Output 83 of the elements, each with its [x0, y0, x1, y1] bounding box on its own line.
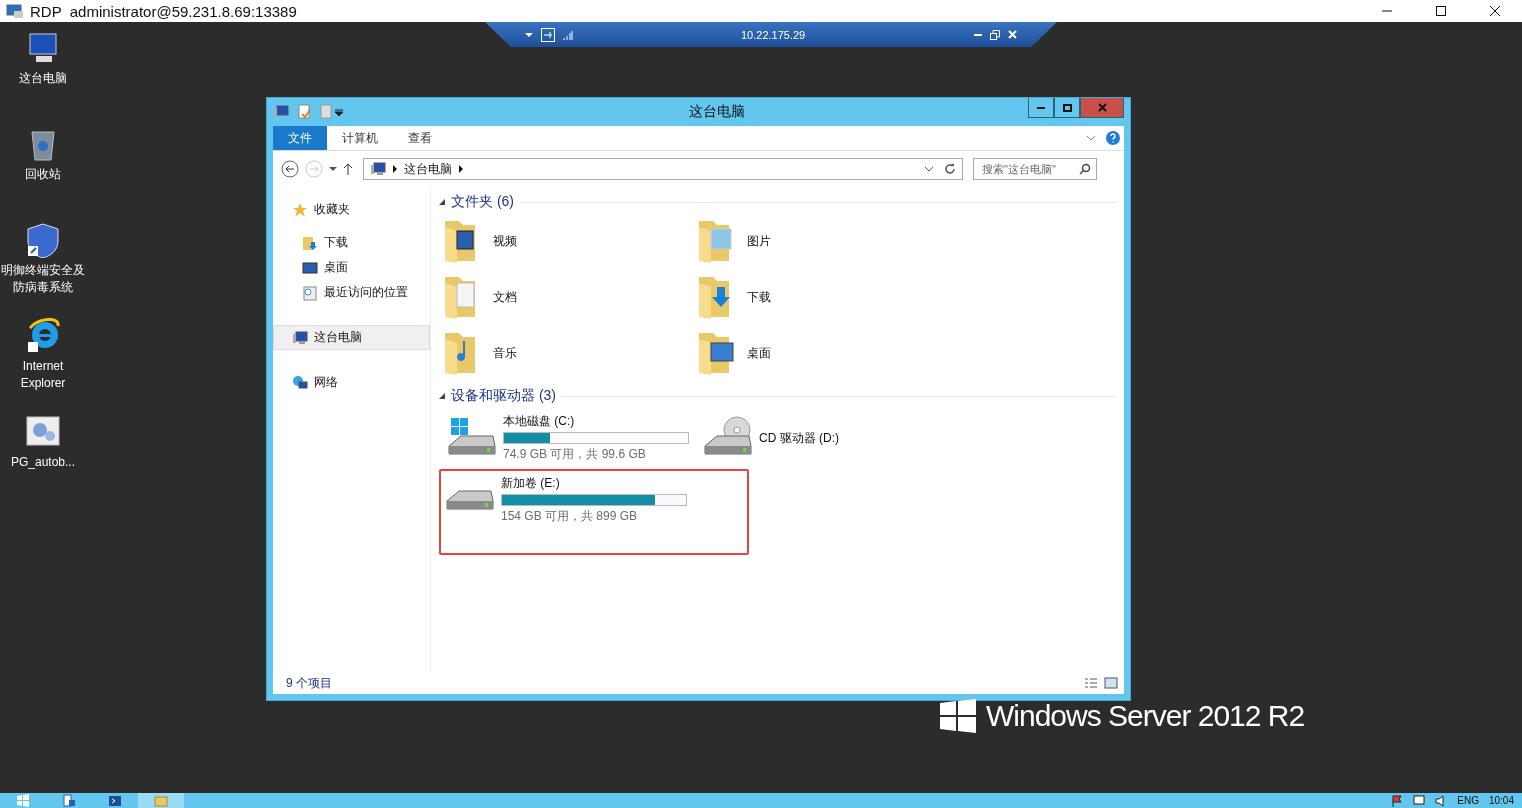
server-icon [62, 794, 76, 807]
window-title: 这台电脑 [687, 103, 746, 121]
desktop-icon-label[interactable]: 明御终端安全及防病毒系统 [1, 262, 85, 296]
folder-label[interactable]: 图片 [747, 232, 771, 250]
host-address: 10.22.175.29 [741, 28, 806, 41]
folder-label[interactable]: 视频 [493, 232, 517, 250]
folder-icon [302, 234, 318, 251]
hard-drive-icon [445, 489, 495, 511]
signal-icon [563, 29, 573, 40]
forward-icon [305, 160, 323, 178]
computer-icon [292, 329, 308, 346]
close-icon [1097, 103, 1107, 112]
desktop-icon-label[interactable]: 回收站 [1, 166, 85, 183]
close-button[interactable] [1080, 98, 1124, 118]
search-icon [1079, 163, 1091, 175]
chevron-right-icon [392, 165, 398, 173]
group-heading[interactable]: 文件夹 (6) [451, 193, 514, 211]
chevron-right-icon [458, 165, 464, 173]
star-icon [292, 201, 308, 218]
maximize-icon [1436, 6, 1446, 16]
nav-item[interactable]: 网络 [273, 370, 430, 395]
expanded-triangle-icon[interactable] [439, 393, 445, 399]
computer-icon [273, 105, 289, 119]
folder-label[interactable]: 桌面 [747, 344, 771, 362]
free-space-text: 74.9 GB 可用，共 99.6 GB [503, 446, 647, 463]
maximize-button[interactable] [1054, 98, 1080, 118]
chevron-down-icon [924, 166, 934, 172]
drive-label[interactable]: 本地磁盘 (C:) [503, 413, 689, 430]
back-icon [281, 160, 299, 178]
flag-icon [1391, 794, 1404, 807]
desktop-icon-label[interactable]: PG_autob... [1, 454, 85, 471]
details-view-icon [1084, 677, 1098, 689]
clock[interactable]: 10:04 [1488, 793, 1514, 808]
new-folder-icon [319, 104, 333, 120]
minimize-button[interactable] [1028, 98, 1054, 118]
remote-desktop-icon [6, 3, 24, 19]
maximize-icon [1062, 103, 1072, 112]
free-space-text: 154 GB 可用，共 899 GB [501, 508, 639, 525]
desktop-icon-label[interactable]: Internet Explorer [1, 358, 85, 392]
folder-label[interactable]: 文档 [493, 288, 517, 306]
folder-label[interactable]: 音乐 [493, 344, 517, 362]
breadcrumb[interactable]: 这台电脑 [404, 160, 452, 178]
ribbon-tab[interactable]: 计算机 [327, 126, 393, 150]
minimize-icon [1037, 106, 1045, 109]
close-icon [1008, 30, 1017, 39]
group-heading[interactable]: 设备和驱动器 (3) [451, 387, 556, 405]
chevron-down-icon [1086, 135, 1096, 141]
nav-item[interactable]: 最近访问的位置 [273, 280, 430, 305]
expanded-triangle-icon[interactable] [439, 199, 445, 205]
dropdown-caret-icon [333, 107, 345, 117]
folder-label[interactable]: 下载 [747, 288, 771, 306]
help-icon [1106, 131, 1120, 145]
nav-item[interactable]: 下载 [273, 230, 430, 255]
windows-logo-icon [940, 699, 976, 733]
nav-item[interactable]: 桌面 [273, 255, 430, 280]
nav-item[interactable]: 收藏夹 [273, 197, 430, 222]
drive-label[interactable]: CD 驱动器 (D:) [759, 429, 839, 447]
tiles-view-icon [1104, 677, 1118, 689]
refresh-icon [944, 163, 956, 175]
window-title: RDP administrator@59.231.8.69:13389 [30, 2, 297, 20]
address-bar[interactable]: 这台电脑 [363, 158, 963, 180]
clock-document-icon [302, 284, 318, 301]
pin-icon [541, 27, 555, 42]
monitor-icon [302, 259, 318, 276]
dropdown-caret-icon [525, 31, 533, 38]
item-count: 9 个项目 [286, 674, 332, 692]
ribbon-tab[interactable]: 查看 [393, 126, 447, 150]
shield-icon [24, 222, 62, 258]
windows-logo-icon [16, 794, 30, 807]
language-indicator[interactable]: ENG [1457, 793, 1479, 808]
search-field[interactable]: 搜索"这台电脑" [973, 158, 1097, 180]
folder-icon [154, 794, 168, 807]
close-icon [1490, 6, 1500, 16]
dropdown-caret-icon [329, 166, 337, 172]
up-arrow-icon [343, 163, 353, 175]
desktop-icon-label[interactable]: 这台电脑 [1, 70, 85, 87]
nav-item[interactable]: 这台电脑 [273, 325, 430, 350]
terminal-icon [108, 794, 122, 807]
drive-label[interactable]: 新加卷 (E:) [501, 475, 687, 492]
restore-icon [990, 29, 1000, 40]
brand-text: Windows Server 2012 R2 [986, 699, 1305, 733]
minimize-icon [974, 33, 982, 36]
computer-icon [370, 161, 386, 177]
